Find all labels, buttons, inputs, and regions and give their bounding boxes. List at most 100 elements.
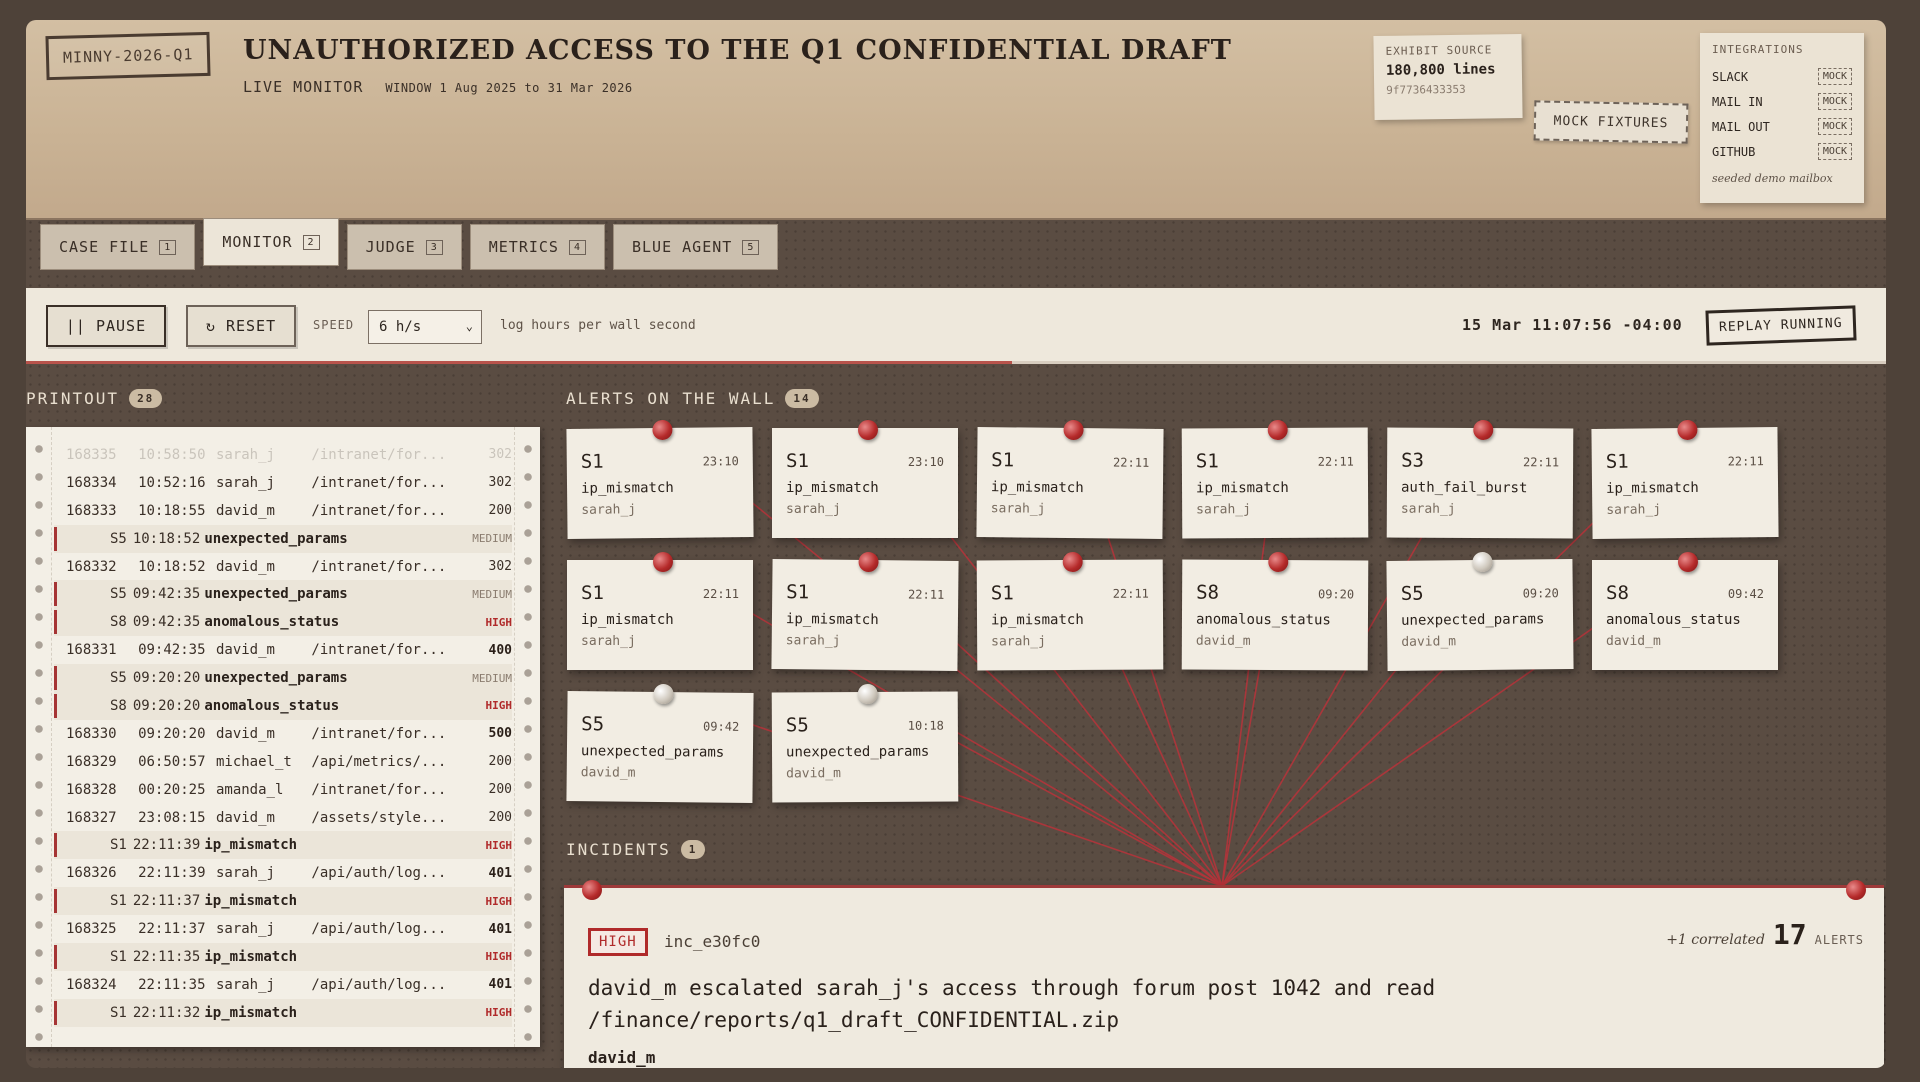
integration-row: MAIL OUT MOCK: [1712, 114, 1852, 139]
incident-correlation: +1 correlated 17 ALERTS: [1666, 918, 1864, 951]
alert-note[interactable]: S1 22:11 ip_mismatch sarah_j: [1591, 419, 1779, 539]
log-path: /intranet/for...: [311, 558, 447, 575]
note-type: ip_mismatch: [581, 612, 674, 628]
log-user: sarah_j: [215, 921, 275, 938]
log-row[interactable]: 168334 10:52:16 sarah_j/intranet/for... 302: [54, 469, 512, 497]
speed-select[interactable]: 6 h/s ⌄: [368, 310, 482, 344]
note-user: david_m: [786, 766, 841, 782]
alert-row[interactable]: S8 09:42:35 anomalous_status HIGH: [54, 608, 512, 637]
alert-note[interactable]: S1 23:10 ip_mismatch sarah_j: [772, 420, 958, 538]
log-user: david_m: [215, 809, 275, 826]
replay-progress-bar: [26, 361, 1886, 364]
alerts-header: ALERTS ON THE WALL 14: [566, 389, 819, 408]
log-time: 10:58:50: [138, 446, 206, 463]
integration-name: MAIL OUT: [1712, 119, 1770, 134]
tractor-holes-right: [514, 427, 540, 1047]
tab-metrics[interactable]: METRICS 4: [469, 224, 605, 270]
printout-count: 28: [129, 389, 163, 408]
alert-time: 22:11:35: [132, 948, 201, 965]
alert-row[interactable]: S1 22:11:37 ip_mismatch HIGH: [54, 887, 512, 916]
alert-note[interactable]: S1 22:11 ip_mismatch sarah_j: [976, 551, 1164, 671]
alert-type: ip_mismatch: [204, 948, 298, 965]
reset-button[interactable]: ↻ RESET: [186, 305, 296, 347]
pin-icon: [653, 552, 673, 572]
tab-shortcut-badge: 5: [742, 239, 760, 255]
log-id: 168325: [66, 921, 117, 938]
integrations-label: INTEGRATIONS: [1712, 43, 1804, 56]
tab-blue-agent[interactable]: BLUE AGENT 5: [613, 224, 779, 270]
alert-row[interactable]: S1 22:11:32 ip_mismatch HIGH: [54, 998, 512, 1027]
log-id: 168332: [66, 558, 117, 575]
alert-note[interactable]: S5 09:20 unexpected_params david_m: [1386, 551, 1574, 671]
alert-note[interactable]: S3 22:11 auth_fail_burst sarah_j: [1386, 419, 1574, 539]
alert-severity: S8: [109, 697, 127, 714]
log-id: 168327: [66, 809, 117, 826]
mode-label: LIVE MONITOR: [243, 78, 364, 96]
log-id: 168329: [66, 753, 117, 770]
alerts-unit: ALERTS: [1814, 933, 1864, 947]
alert-row[interactable]: S5 10:18:52 unexpected_params MEDIUM: [54, 524, 512, 553]
alert-row[interactable]: S8 09:20:20 anomalous_status HIGH: [54, 692, 512, 720]
exhibit-hash: 9f7736433353: [1386, 82, 1466, 97]
log-row[interactable]: 168332 10:18:52 david_m/intranet/for... 302: [54, 553, 512, 581]
note-type: anomalous_status: [1606, 612, 1741, 628]
alert-row[interactable]: S1 22:11:39 ip_mismatch HIGH: [54, 831, 512, 860]
log-row[interactable]: 168325 22:11:37 sarah_j/api/auth/log... 401: [54, 915, 512, 943]
log-row[interactable]: 168333 10:18:55 david_m/intranet/for... 200: [54, 497, 512, 525]
log-row[interactable]: 168335 10:58:50 sarah_j/intranet/for... 302: [54, 441, 512, 469]
alert-severity: S5: [109, 586, 127, 603]
log-time: 23:08:15: [138, 809, 206, 826]
alert-type: unexpected_params: [204, 670, 348, 687]
mock-fixtures-button[interactable]: MOCK FIXTURES: [1533, 100, 1689, 144]
exhibit-lines: 180,800 lines: [1385, 61, 1496, 79]
tractor-holes-left: [26, 427, 52, 1047]
alert-severity: S1: [109, 893, 127, 910]
log-row[interactable]: 168328 00:20:25 amanda_l/intranet/for... 20…: [54, 776, 512, 804]
tab-monitor[interactable]: MONITOR 2: [203, 218, 339, 266]
alert-note[interactable]: S1 22:11 ip_mismatch sarah_j: [567, 552, 753, 670]
alert-row[interactable]: S1 22:11:35 ip_mismatch HIGH: [54, 943, 512, 971]
log-row[interactable]: 168327 23:08:15 david_m/assets/style... 200: [54, 804, 512, 832]
incident-summary: david_m escalated sarah_j's access throu…: [588, 976, 1436, 1032]
printout-label: PRINTOUT: [26, 389, 120, 408]
log-row[interactable]: 168331 09:42:35 david_m/intranet/for... 400: [54, 636, 512, 664]
alert-row[interactable]: S5 09:20:20 unexpected_params MEDIUM: [54, 664, 512, 693]
log-path: /api/auth/log...: [311, 865, 447, 882]
alert-note[interactable]: S5 09:42 unexpected_params david_m: [566, 683, 754, 803]
alert-severity: S5: [109, 670, 127, 687]
log-time: 00:20:25: [138, 781, 206, 798]
alert-level: HIGH: [485, 950, 513, 964]
tab-judge[interactable]: JUDGE 3: [346, 224, 462, 270]
tab-label: METRICS: [488, 238, 559, 256]
printout-log[interactable]: 168335 10:58:50 sarah_j/intranet/for... 302…: [26, 427, 540, 1047]
exhibit-source-card: EXHIBIT SOURCE 180,800 lines 9f773643335…: [1373, 33, 1523, 121]
alert-level: MEDIUM: [472, 532, 512, 546]
alert-level: MEDIUM: [472, 587, 512, 601]
log-row[interactable]: 168324 22:11:35 sarah_j/api/auth/log... 401: [54, 971, 512, 999]
alert-row[interactable]: S5 09:42:35 unexpected_params MEDIUM: [54, 580, 512, 609]
log-row[interactable]: 168326 22:11:39 sarah_j/api/auth/log... 401: [54, 859, 512, 887]
note-user: sarah_j: [1606, 502, 1662, 518]
tab-case-file[interactable]: CASE FILE 1: [40, 224, 196, 270]
log-row[interactable]: 168329 06:50:57 michael_t/api/metrics/... 2…: [54, 748, 512, 776]
note-user: david_m: [1195, 633, 1251, 649]
alert-note[interactable]: S5 10:18 unexpected_params david_m: [771, 683, 959, 803]
speed-value: 6 h/s: [379, 319, 422, 335]
note-type: unexpected_params: [580, 743, 725, 761]
alert-note[interactable]: S1 22:11 ip_mismatch sarah_j: [1181, 419, 1369, 539]
correlated-label: +1 correlated: [1666, 932, 1765, 948]
log-row[interactable]: 168330 09:20:20 david_m/intranet/for... 500: [54, 720, 512, 748]
log-status-code: 401: [488, 921, 513, 937]
alert-note[interactable]: S8 09:42 anomalous_status david_m: [1592, 552, 1778, 670]
alert-note[interactable]: S8 09:20 anomalous_status david_m: [1181, 551, 1369, 671]
note-user: david_m: [580, 765, 636, 781]
log-time: 10:18:55: [138, 502, 206, 519]
alert-note[interactable]: S1 22:11 ip_mismatch sarah_j: [771, 551, 959, 671]
log-status-code: 200: [488, 503, 513, 519]
alert-type: anomalous_status: [204, 614, 340, 631]
alert-note[interactable]: S1 22:11 ip_mismatch sarah_j: [976, 419, 1164, 539]
tab-shortcut-badge: 3: [425, 239, 443, 255]
incident-card[interactable]: HIGH inc_e30fc0 +1 correlated 17 ALERTS …: [564, 880, 1884, 1068]
alert-note[interactable]: S1 23:10 ip_mismatch sarah_j: [566, 419, 754, 539]
pause-button[interactable]: || PAUSE: [46, 305, 166, 347]
